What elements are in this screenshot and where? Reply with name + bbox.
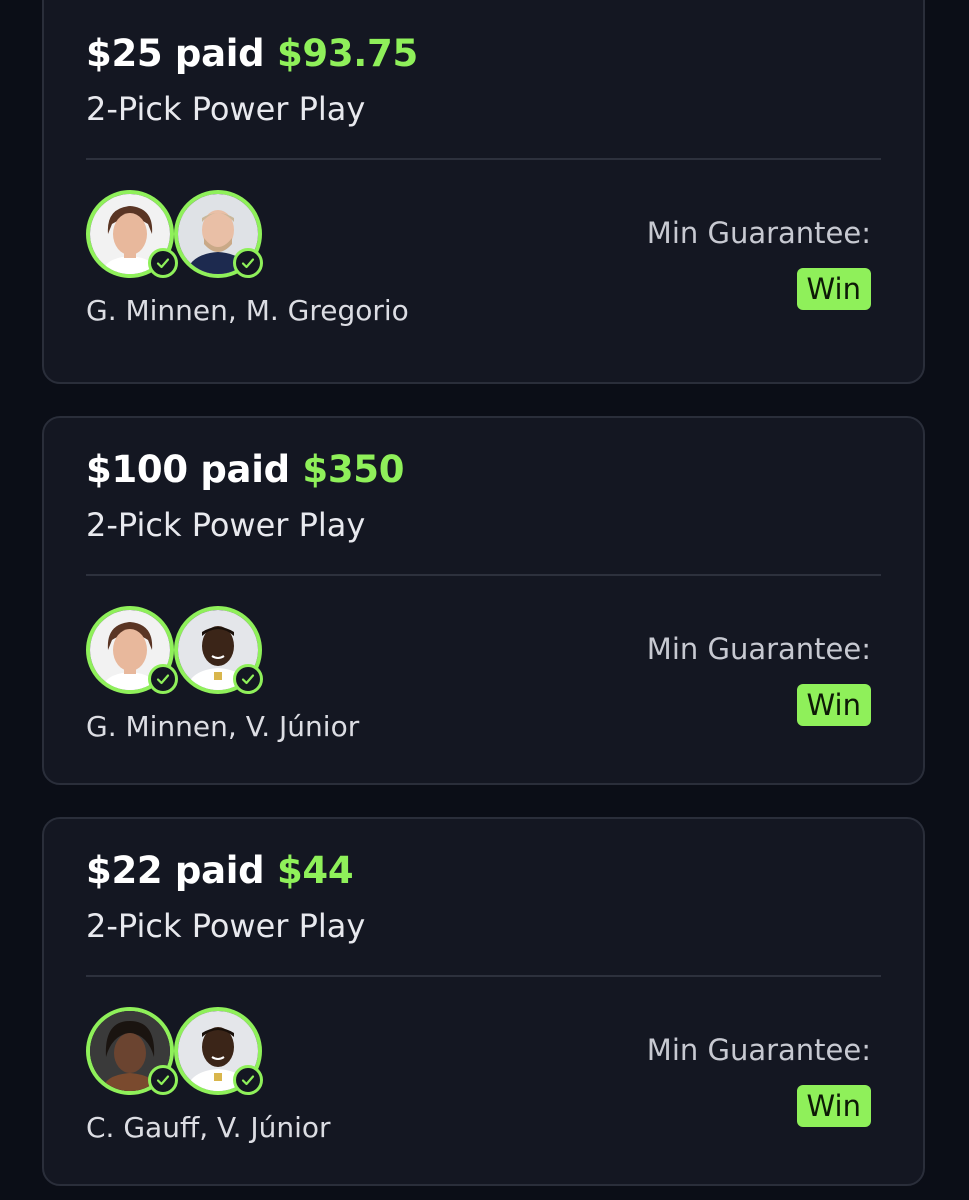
divider [86,574,881,576]
check-circle-icon [233,664,263,694]
amount-paid: $25 paid [86,32,265,75]
player-names: C. Gauff, V. Júnior [86,1111,331,1144]
payout-amount: $350 [302,448,405,491]
min-guarantee-label: Min Guarantee: [646,632,871,666]
check-circle-icon [148,1065,178,1095]
check-circle-icon [148,664,178,694]
player-names: G. Minnen, V. Júnior [86,710,360,743]
entry-headline: $25 paid $93.75 [86,32,418,75]
player-avatars [86,1007,276,1103]
result-badge: Win [796,1085,871,1127]
entry-card[interactable]: $100 paid $350 2-Pick Power Play G. Minn… [42,416,925,785]
result-badge: Win [796,684,871,726]
amount-paid: $100 paid [86,448,290,491]
min-guarantee-label: Min Guarantee: [646,216,871,250]
check-circle-icon [233,248,263,278]
player-avatars [86,606,276,702]
entry-headline: $100 paid $350 [86,448,404,491]
entries-feed: $25 paid $93.75 2-Pick Power Play G. Min… [0,0,969,1200]
entry-headline: $22 paid $44 [86,849,354,892]
check-circle-icon [148,248,178,278]
divider [86,158,881,160]
player-avatars [86,190,276,286]
payout-amount: $93.75 [276,32,418,75]
divider [86,975,881,977]
entry-card[interactable]: $22 paid $44 2-Pick Power Play C. Gauff,… [42,817,925,1186]
check-circle-icon [233,1065,263,1095]
entry-card[interactable]: $25 paid $93.75 2-Pick Power Play G. Min… [42,0,925,384]
payout-amount: $44 [276,849,354,892]
min-guarantee-label: Min Guarantee: [646,1033,871,1067]
play-type: 2-Pick Power Play [86,90,366,128]
result-badge: Win [796,268,871,310]
player-names: G. Minnen, M. Gregorio [86,294,409,327]
amount-paid: $22 paid [86,849,265,892]
play-type: 2-Pick Power Play [86,506,366,544]
play-type: 2-Pick Power Play [86,907,366,945]
